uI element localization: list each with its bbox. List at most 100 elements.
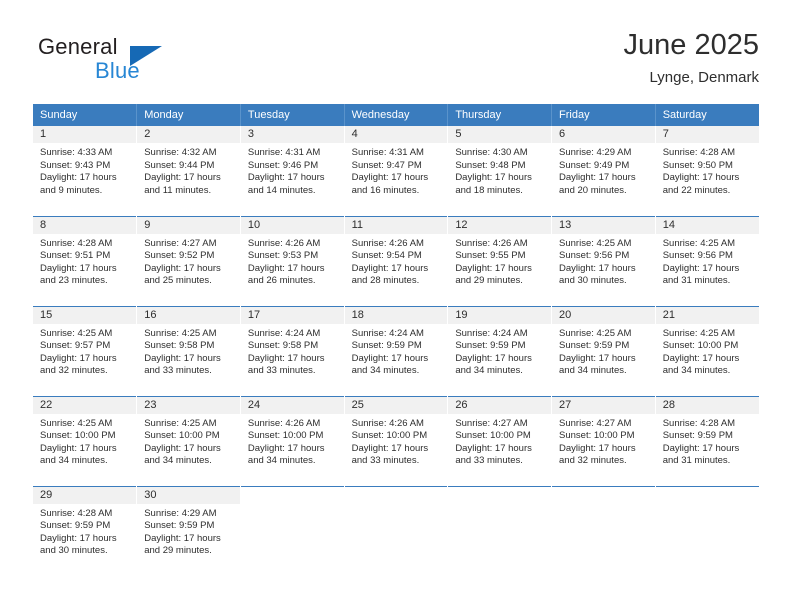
daylight-text-line2: and 34 minutes.: [455, 365, 523, 377]
day-cell[interactable]: 29 Sunrise: 4:28 AM Sunset: 9:59 PM Dayl…: [33, 485, 138, 576]
day-cell[interactable]: 10 Sunrise: 4:26 AM Sunset: 9:53 PM Dayl…: [240, 215, 345, 306]
day-cell[interactable]: 18 Sunrise: 4:24 AM Sunset: 9:59 PM Dayl…: [344, 305, 449, 396]
daylight-text-line1: Daylight: 17 hours: [455, 262, 532, 274]
sunrise-text: Sunrise: 4:31 AM: [351, 147, 424, 158]
day-cell[interactable]: 5 Sunrise: 4:30 AM Sunset: 9:48 PM Dayli…: [447, 126, 553, 216]
day-cell-empty: [344, 485, 449, 576]
day-number: 30: [137, 486, 240, 504]
day-details: Sunrise: 4:33 AM Sunset: 9:43 PM Dayligh…: [33, 143, 136, 197]
day-details: Sunrise: 4:28 AM Sunset: 9:50 PM Dayligh…: [656, 143, 759, 197]
sunset-text: Sunset: 9:58 PM: [144, 340, 215, 352]
sunrise-text: Sunrise: 4:29 AM: [559, 147, 632, 158]
sunset-text: Sunset: 9:46 PM: [247, 159, 319, 171]
day-cell[interactable]: 25 Sunrise: 4:26 AM Sunset: 10:00 PM Day…: [344, 395, 449, 486]
daylight-text-line1: Daylight: 17 hours: [144, 172, 221, 184]
daylight-text-line1: Daylight: 17 hours: [351, 442, 429, 454]
day-cell[interactable]: 23 Sunrise: 4:25 AM Sunset: 10:00 PM Day…: [136, 395, 241, 486]
day-number: 14: [655, 216, 759, 234]
day-cell[interactable]: 13 Sunrise: 4:25 AM Sunset: 9:56 PM Dayl…: [551, 215, 656, 306]
calendar-week-row: 29 Sunrise: 4:28 AM Sunset: 9:59 PM Dayl…: [33, 485, 759, 576]
general-blue-logo[interactable]: General Blue: [33, 34, 253, 92]
day-cell-empty: [447, 485, 553, 576]
sunrise-text: Sunrise: 4:25 AM: [559, 327, 632, 339]
day-number: 20: [552, 306, 655, 324]
daylight-text-line2: and 34 minutes.: [40, 455, 108, 467]
day-cell[interactable]: 17 Sunrise: 4:24 AM Sunset: 9:58 PM Dayl…: [240, 305, 345, 396]
day-cell[interactable]: 2 Sunrise: 4:32 AM Sunset: 9:44 PM Dayli…: [136, 126, 241, 216]
day-cell[interactable]: 6 Sunrise: 4:29 AM Sunset: 9:49 PM Dayli…: [551, 126, 656, 216]
day-cell[interactable]: 7 Sunrise: 4:28 AM Sunset: 9:50 PM Dayli…: [655, 126, 759, 216]
sunset-text: Sunset: 9:54 PM: [351, 250, 422, 262]
day-cell[interactable]: 19 Sunrise: 4:24 AM Sunset: 9:59 PM Dayl…: [447, 305, 553, 396]
daylight-text-line2: and 29 minutes.: [455, 275, 523, 287]
daylight-text-line2: and 30 minutes.: [40, 545, 108, 557]
sunset-text: Sunset: 9:59 PM: [662, 430, 733, 442]
sunset-text: Sunset: 9:47 PM: [351, 159, 422, 171]
daylight-text-line2: and 29 minutes.: [144, 545, 212, 557]
day-cell-empty: [655, 485, 759, 576]
day-cell[interactable]: 9 Sunrise: 4:27 AM Sunset: 9:52 PM Dayli…: [136, 215, 241, 306]
day-details: Sunrise: 4:25 AM Sunset: 10:00 PM Daylig…: [33, 414, 136, 468]
day-cell[interactable]: 8 Sunrise: 4:28 AM Sunset: 9:51 PM Dayli…: [33, 215, 138, 306]
day-number: 28: [655, 396, 759, 414]
day-cell[interactable]: 30 Sunrise: 4:29 AM Sunset: 9:59 PM Dayl…: [136, 485, 241, 576]
daylight-text-line1: Daylight: 17 hours: [351, 262, 429, 274]
page-subtitle: Lynge, Denmark: [649, 69, 760, 86]
day-cell[interactable]: 12 Sunrise: 4:26 AM Sunset: 9:55 PM Dayl…: [447, 215, 553, 306]
day-cell[interactable]: 20 Sunrise: 4:25 AM Sunset: 9:59 PM Dayl…: [551, 305, 656, 396]
day-cell[interactable]: 26 Sunrise: 4:27 AM Sunset: 10:00 PM Day…: [447, 395, 553, 486]
weekday-header-wednesday: Wednesday: [344, 104, 449, 126]
sunset-text: Sunset: 9:51 PM: [40, 250, 111, 262]
weekday-header-tuesday: Tuesday: [240, 104, 345, 126]
day-number: [240, 486, 344, 504]
daylight-text-line1: Daylight: 17 hours: [247, 442, 325, 454]
day-number: 7: [655, 126, 759, 143]
day-cell[interactable]: 24 Sunrise: 4:26 AM Sunset: 10:00 PM Day…: [240, 395, 345, 486]
day-cell-empty: [240, 485, 345, 576]
day-cell[interactable]: 14 Sunrise: 4:25 AM Sunset: 9:56 PM Dayl…: [655, 215, 759, 306]
day-details: Sunrise: 4:28 AM Sunset: 9:51 PM Dayligh…: [33, 234, 136, 288]
sunrise-text: Sunrise: 4:25 AM: [662, 237, 736, 249]
day-number: 13: [552, 216, 655, 234]
sunset-text: Sunset: 9:59 PM: [455, 340, 526, 352]
daylight-text-line1: Daylight: 17 hours: [662, 262, 740, 274]
month-calendar-table: Sunday Monday Tuesday Wednesday Thursday…: [33, 104, 759, 576]
day-number: 25: [344, 396, 448, 414]
day-cell[interactable]: 16 Sunrise: 4:25 AM Sunset: 9:58 PM Dayl…: [136, 305, 241, 396]
daylight-text-line2: and 31 minutes.: [662, 275, 731, 287]
sunset-text: Sunset: 9:50 PM: [662, 159, 733, 171]
day-details: Sunrise: 4:29 AM Sunset: 9:59 PM Dayligh…: [137, 504, 240, 558]
day-cell[interactable]: 4 Sunrise: 4:31 AM Sunset: 9:47 PM Dayli…: [344, 126, 449, 216]
daylight-text-line1: Daylight: 17 hours: [455, 352, 532, 364]
sunrise-text: Sunrise: 4:29 AM: [144, 507, 217, 519]
day-details: Sunrise: 4:24 AM Sunset: 9:59 PM Dayligh…: [448, 324, 551, 378]
day-cell[interactable]: 11 Sunrise: 4:26 AM Sunset: 9:54 PM Dayl…: [344, 215, 449, 306]
day-cell[interactable]: 22 Sunrise: 4:25 AM Sunset: 10:00 PM Day…: [33, 395, 138, 486]
daylight-text-line1: Daylight: 17 hours: [40, 442, 117, 454]
day-cell[interactable]: 15 Sunrise: 4:25 AM Sunset: 9:57 PM Dayl…: [33, 305, 138, 396]
calendar-week-row: 1 Sunrise: 4:33 AM Sunset: 9:43 PM Dayli…: [33, 126, 759, 216]
day-cell[interactable]: 27 Sunrise: 4:27 AM Sunset: 10:00 PM Day…: [551, 395, 656, 486]
sunset-text: Sunset: 9:53 PM: [247, 250, 319, 262]
day-details: Sunrise: 4:26 AM Sunset: 9:55 PM Dayligh…: [448, 234, 551, 288]
sunset-text: Sunset: 9:59 PM: [144, 520, 215, 532]
day-cell[interactable]: 28 Sunrise: 4:28 AM Sunset: 9:59 PM Dayl…: [655, 395, 759, 486]
day-details: Sunrise: 4:26 AM Sunset: 9:53 PM Dayligh…: [241, 234, 344, 288]
day-number: 10: [240, 216, 344, 234]
calendar-week-row: 8 Sunrise: 4:28 AM Sunset: 9:51 PM Dayli…: [33, 215, 759, 306]
daylight-text-line1: Daylight: 17 hours: [40, 532, 117, 544]
day-cell[interactable]: 3 Sunrise: 4:31 AM Sunset: 9:46 PM Dayli…: [240, 126, 345, 216]
day-number: [552, 486, 655, 504]
day-cell[interactable]: 21 Sunrise: 4:25 AM Sunset: 10:00 PM Day…: [655, 305, 759, 396]
daylight-text-line2: and 16 minutes.: [351, 184, 420, 196]
day-cell[interactable]: 1 Sunrise: 4:33 AM Sunset: 9:43 PM Dayli…: [33, 126, 138, 216]
daylight-text-line1: Daylight: 17 hours: [559, 442, 636, 454]
daylight-text-line2: and 25 minutes.: [144, 275, 212, 287]
daylight-text-line1: Daylight: 17 hours: [247, 352, 325, 364]
day-details: Sunrise: 4:25 AM Sunset: 9:59 PM Dayligh…: [552, 324, 655, 378]
page-header: General Blue June 2025 Lynge, Denmark: [33, 28, 759, 94]
day-number: 2: [137, 126, 240, 143]
sunrise-text: Sunrise: 4:27 AM: [144, 237, 217, 249]
daylight-text-line1: Daylight: 17 hours: [40, 262, 117, 274]
daylight-text-line2: and 18 minutes.: [455, 184, 523, 196]
